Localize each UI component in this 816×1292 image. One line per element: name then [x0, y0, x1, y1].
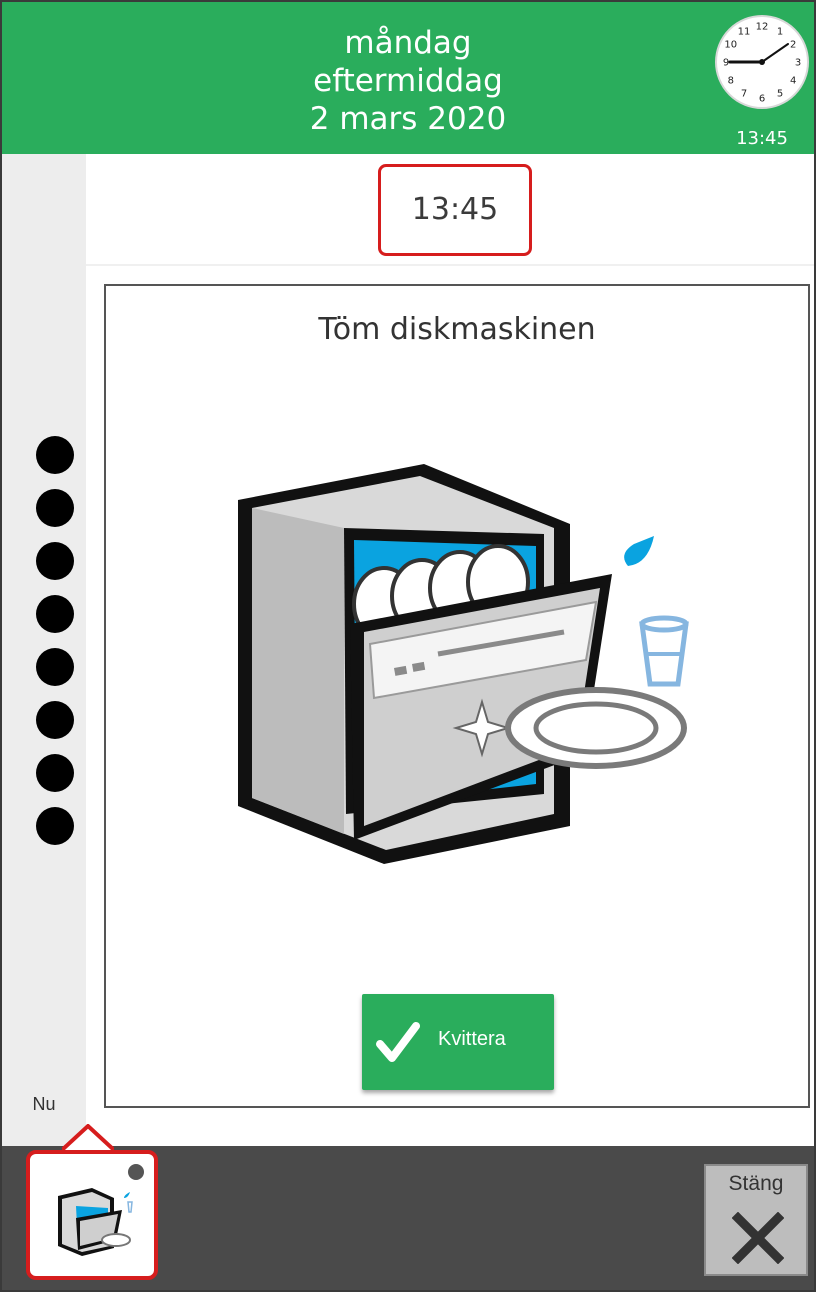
status-dot	[128, 1164, 144, 1180]
clock-number: 6	[759, 94, 765, 105]
now-label: Nu	[32, 1094, 56, 1114]
timeline-dot	[36, 754, 74, 792]
clock-number: 9	[723, 58, 729, 69]
timeline-dot	[36, 489, 74, 527]
clock-number: 10	[724, 40, 737, 51]
checkmark-icon	[376, 1022, 420, 1062]
timeline-dot	[36, 595, 74, 633]
activity-title: Töm diskmaskinen	[318, 312, 596, 347]
clock-digital-time: 13:45	[736, 128, 788, 149]
timeline-dot	[36, 648, 74, 686]
activity-time-row: 13:45	[86, 154, 814, 266]
acknowledge-button[interactable]: Kvittera	[362, 994, 554, 1090]
close-button[interactable]: Stäng	[704, 1164, 808, 1276]
part-of-day: eftermiddag	[313, 63, 503, 99]
close-label: Stäng	[728, 1172, 784, 1195]
bottom-bar: Stäng	[2, 1146, 814, 1290]
timeline-dot	[36, 807, 74, 845]
timeline[interactable]: Nu	[2, 154, 86, 1146]
timeline-dot	[36, 701, 74, 739]
header-date: måndag eftermiddag 2 mars 2020	[2, 24, 814, 138]
clock-icon: 12 12 3 45 6 78 9 1011	[715, 15, 809, 109]
clock-number: 8	[728, 76, 734, 87]
clock-number: 5	[777, 89, 783, 100]
thumbnail-pointer	[62, 1124, 114, 1150]
timeline-dot	[36, 542, 74, 580]
clock-number: 7	[741, 89, 747, 100]
analog-clock: 12 1 2 3 4 5 6 7 8 9 10 11 13:45	[714, 14, 810, 154]
activity-time: 13:45	[411, 192, 499, 227]
clock-number: 3	[795, 58, 801, 69]
header: måndag eftermiddag 2 mars 2020 12 1 2 3 4 5 6 7…	[2, 2, 814, 154]
acknowledge-label: Kvittera	[438, 1028, 506, 1050]
clock-number: 12	[756, 22, 769, 33]
dishwasher-icon	[238, 464, 689, 864]
activity-time-box[interactable]: 13:45	[378, 164, 532, 256]
dishwasher-thumbnail-icon	[58, 1188, 133, 1256]
activity-card: Töm diskmaskinen Kvittera	[104, 284, 810, 1108]
clock-number: 11	[738, 26, 751, 37]
clock-number: 4	[790, 76, 796, 87]
close-icon	[732, 1212, 784, 1264]
clock-number: 2	[790, 40, 796, 51]
activity-thumbnail[interactable]	[26, 1150, 158, 1280]
clock-number: 1	[777, 26, 783, 37]
date: 2 mars 2020	[309, 101, 507, 137]
weekday: måndag	[344, 25, 472, 61]
timeline-dot	[36, 436, 74, 474]
